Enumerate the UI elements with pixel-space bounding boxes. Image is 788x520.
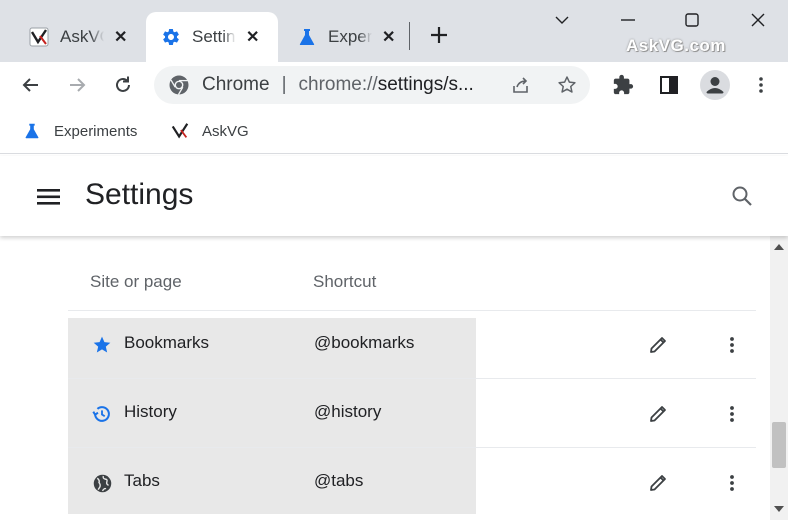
more-vert-icon	[730, 337, 734, 353]
more-actions-button[interactable]	[716, 329, 748, 361]
more-vert-icon	[759, 77, 763, 93]
row-site-name: Tabs	[124, 471, 160, 490]
close-icon	[751, 13, 765, 27]
watermark: AskVG.com	[626, 36, 726, 55]
star-icon	[90, 333, 114, 357]
side-panel-icon	[660, 76, 678, 94]
row-site-name: Bookmarks	[124, 333, 210, 352]
tab-askvg[interactable]: AskVG ✕	[20, 12, 138, 62]
maximize-icon	[685, 13, 699, 27]
address-bar[interactable]: Chrome | chrome://settings/s...	[154, 66, 590, 104]
table-row: History @history	[68, 380, 756, 448]
chrome-menu-button[interactable]	[746, 70, 776, 100]
row-shortcut: @bookmarks	[314, 333, 415, 352]
url-text: chrome://settings/s...	[299, 74, 474, 96]
bookmark-label: Experiments	[54, 122, 138, 140]
chevron-down-icon	[555, 16, 569, 24]
pencil-icon	[650, 475, 666, 491]
plus-icon	[431, 27, 447, 43]
page-title: Settings	[85, 178, 194, 211]
edit-button[interactable]	[642, 398, 674, 430]
history-icon	[90, 402, 114, 426]
more-actions-button[interactable]	[716, 398, 748, 430]
askvg-logo-icon	[28, 26, 50, 48]
pencil-icon	[650, 406, 666, 422]
url-path: settings/s...	[377, 74, 474, 95]
divider	[68, 447, 756, 448]
forward-button[interactable]	[62, 70, 92, 100]
tab-label: Experiments	[328, 27, 372, 46]
chrome-logo-icon	[169, 75, 189, 95]
tab-label: AskVG	[60, 27, 104, 46]
scrollbar-thumb[interactable]	[772, 422, 786, 468]
bookmark-star-button[interactable]	[552, 70, 582, 100]
settings-header: Settings	[0, 156, 788, 236]
url-scheme: chrome://	[298, 74, 378, 95]
toolbar: Chrome | chrome://settings/s...	[0, 62, 788, 108]
bookmark-askvg[interactable]: AskVG	[170, 120, 249, 142]
tab-strip: AskVG ✕ Settings ✕ Experiments ✕	[0, 0, 788, 62]
tab-experiments[interactable]: Experiments ✕	[288, 12, 408, 62]
maximize-button[interactable]	[678, 6, 706, 34]
table-row: Tabs @tabs	[68, 449, 756, 517]
gear-icon	[160, 26, 182, 48]
scrollbar[interactable]	[770, 236, 788, 520]
puzzle-icon	[613, 74, 634, 95]
extensions-button[interactable]	[608, 70, 638, 100]
site-label: Chrome	[202, 74, 270, 95]
more-actions-button[interactable]	[716, 467, 748, 499]
minimize-button[interactable]	[614, 6, 642, 34]
bookmark-experiments[interactable]: Experiments	[22, 120, 137, 142]
scroll-up-arrow[interactable]	[774, 244, 784, 250]
more-vert-icon	[730, 406, 734, 422]
reload-button[interactable]	[108, 70, 138, 100]
star-outline-icon	[558, 76, 576, 93]
tab-close-button[interactable]: ✕	[114, 27, 127, 47]
tab-search-button[interactable]	[548, 6, 576, 34]
bookmarks-bar: Experiments AskVG	[0, 108, 788, 154]
tab-close-button[interactable]: ✕	[382, 27, 395, 47]
divider	[68, 378, 756, 379]
scroll-down-arrow[interactable]	[774, 506, 784, 512]
main-menu-button[interactable]	[36, 186, 62, 208]
side-panel-button[interactable]	[654, 70, 684, 100]
pencil-icon	[650, 337, 666, 353]
search-settings-button[interactable]	[726, 180, 758, 212]
reload-icon	[116, 76, 130, 92]
hamburger-icon	[37, 189, 60, 205]
close-window-button[interactable]	[744, 6, 772, 34]
table-row: Bookmarks @bookmarks	[68, 311, 756, 379]
back-button[interactable]	[16, 70, 46, 100]
tab-label: Settings	[192, 27, 236, 46]
minimize-icon	[621, 19, 635, 21]
new-tab-button[interactable]	[424, 20, 454, 50]
askvg-logo-icon	[170, 121, 190, 141]
row-shortcut: @history	[314, 402, 382, 421]
share-icon	[513, 77, 528, 93]
share-button[interactable]	[506, 70, 536, 100]
tab-close-button[interactable]: ✕	[246, 27, 259, 47]
arrow-right-icon	[70, 78, 86, 92]
avatar-icon	[700, 70, 730, 100]
column-header-site: Site or page	[90, 272, 182, 291]
column-header-shortcut: Shortcut	[313, 272, 377, 291]
search-icon	[732, 186, 752, 206]
settings-content: Site or page Shortcut Bookmarks @bookmar…	[0, 236, 770, 520]
row-shortcut: @tabs	[314, 471, 364, 490]
edit-button[interactable]	[642, 329, 674, 361]
flask-icon	[22, 121, 42, 141]
tab-separator	[409, 22, 410, 50]
arrow-left-icon	[22, 78, 38, 92]
edit-button[interactable]	[642, 467, 674, 499]
profile-button[interactable]	[700, 70, 730, 100]
tab-settings[interactable]: Settings ✕	[146, 12, 278, 62]
more-vert-icon	[730, 475, 734, 491]
omnibox-separator: |	[281, 74, 287, 95]
bookmark-label: AskVG	[202, 122, 249, 140]
row-site-name: History	[124, 402, 177, 421]
globe-icon	[90, 471, 114, 495]
flask-icon	[296, 26, 318, 48]
